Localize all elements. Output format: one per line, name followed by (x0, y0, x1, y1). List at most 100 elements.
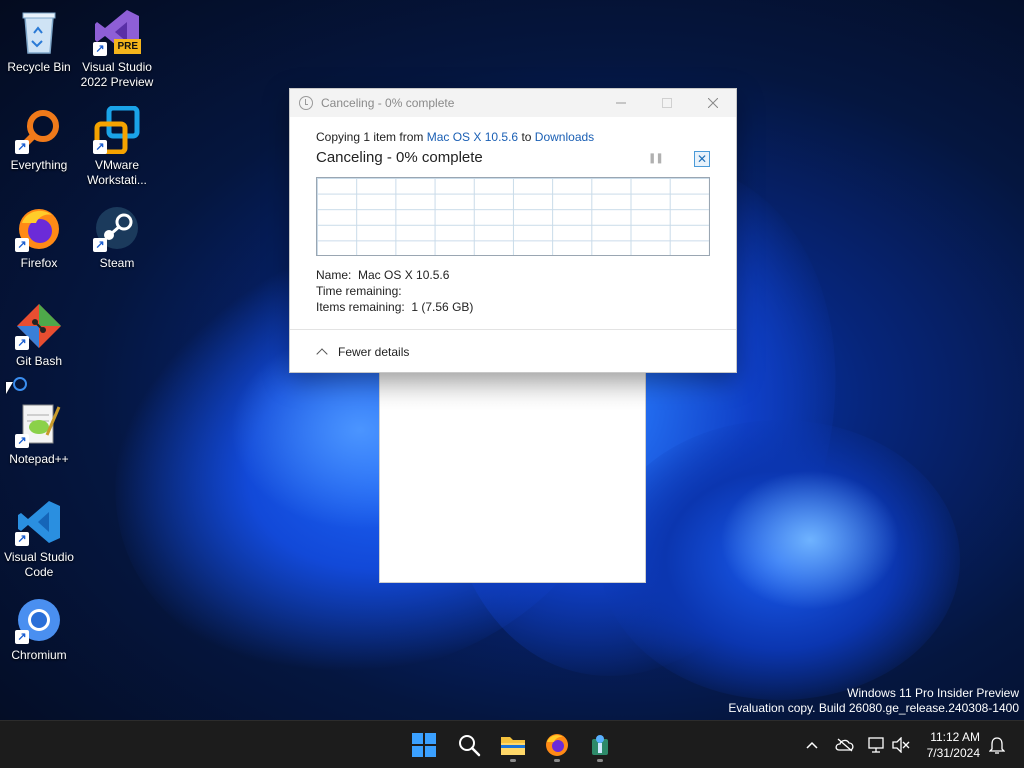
desktop-icon-everything[interactable]: ↗ Everything (0, 106, 78, 173)
desktop-icon-chromium[interactable]: ↗ Chromium (0, 596, 78, 663)
network-icon[interactable] (866, 734, 888, 756)
notifications-bell-icon[interactable] (986, 734, 1008, 756)
volume-muted-icon[interactable] (890, 734, 912, 756)
desktop-icon-label: Git Bash (15, 354, 63, 368)
chevron-up-icon (316, 348, 328, 360)
items-remaining-label: Items remaining: (316, 300, 405, 314)
watermark-line-2: Evaluation copy. Build 26080.ge_release.… (728, 701, 1019, 715)
desktop-icon-label: Visual Studio 2022 Preview (80, 60, 154, 89)
maximize-button (644, 89, 690, 117)
search-button[interactable] (451, 727, 487, 763)
preview-badge: PRE (114, 39, 141, 54)
shortcut-arrow-icon: ↗ (15, 532, 29, 546)
shortcut-arrow-icon: ↗ (93, 238, 107, 252)
background-window[interactable] (379, 370, 646, 583)
name-row: Name: Mac OS X 10.5.6 (316, 268, 449, 282)
chromium-icon: ↗ (15, 596, 63, 644)
visual-studio-icon: PRE ↗ (93, 8, 141, 56)
watermark-line-1: Windows 11 Pro Insider Preview (847, 686, 1019, 700)
search-icon (459, 735, 481, 757)
steam-icon: ↗ (93, 204, 141, 252)
time-remaining-label: Time remaining: (316, 284, 402, 298)
app-icon (592, 735, 608, 755)
file-explorer-button[interactable] (495, 727, 531, 763)
taskbar: 11:12 AM 7/31/2024 (0, 720, 1024, 768)
shortcut-arrow-icon: ↗ (93, 140, 107, 154)
pause-icon: ❚❚ (648, 153, 664, 164)
running-indicator (597, 759, 603, 762)
shortcut-arrow-icon: ↗ (15, 336, 29, 350)
running-indicator (554, 759, 560, 762)
shortcut-arrow-icon: ↗ (93, 42, 107, 56)
desktop-icon-label: Notepad++ (9, 452, 69, 466)
system-tray: 11:12 AM 7/31/2024 (784, 721, 1024, 769)
name-value: Mac OS X 10.5.6 (358, 268, 450, 282)
shortcut-arrow-icon: ↗ (15, 238, 29, 252)
desktop-icon-visual-studio-2022-preview[interactable]: PRE ↗ Visual Studio 2022 Preview (78, 8, 156, 90)
busy-cursor-icon (13, 377, 27, 391)
desktop-icon-notepad-plus-plus[interactable]: ↗ Notepad++ (0, 400, 78, 467)
vmware-icon: ↗ (93, 106, 141, 154)
onedrive-offline-icon[interactable] (834, 734, 856, 756)
running-indicator (510, 759, 516, 762)
start-button[interactable] (406, 727, 442, 763)
chevron-up-icon[interactable] (801, 734, 823, 756)
desktop-icon-steam[interactable]: ↗ Steam (78, 204, 156, 271)
clock-icon (299, 96, 313, 110)
destination-link[interactable]: Downloads (535, 130, 594, 144)
clock-date: 7/31/2024 (926, 746, 980, 760)
maximize-icon (662, 98, 672, 108)
clock[interactable]: 11:12 AM 7/31/2024 (927, 729, 980, 761)
desktop-icon-label: Chromium (11, 648, 67, 662)
firefox-taskbar-button[interactable] (539, 727, 575, 763)
vscode-icon: ↗ (15, 498, 63, 546)
firefox-icon (546, 734, 568, 756)
desktop-icon-label: Steam (99, 256, 135, 270)
shortcut-arrow-icon: ↗ (15, 434, 29, 448)
minimize-icon (616, 102, 626, 104)
mouse-pointer-icon (6, 382, 13, 394)
wallpaper-bloom (720, 470, 900, 610)
shortcut-arrow-icon: ↗ (15, 140, 29, 154)
windows-logo-icon (412, 733, 436, 757)
evaluation-watermark: Windows 11 Pro Insider Preview Evaluatio… (728, 686, 1019, 716)
desktop-icon-label: Visual Studio Code (4, 550, 74, 579)
status-heading: Canceling - 0% complete (316, 149, 483, 166)
folder-icon (501, 737, 525, 755)
cancel-copy-button[interactable]: ✕ (694, 151, 710, 167)
copy-to-text: to (518, 130, 535, 144)
firefox-icon: ↗ (15, 204, 63, 252)
desktop-icon-git-bash[interactable]: ↗ Git Bash (0, 302, 78, 369)
desktop-icon-vmware-workstation[interactable]: ↗ VMware Workstati... (78, 106, 156, 188)
fewer-details-label: Fewer details (338, 345, 410, 359)
app-taskbar-button[interactable] (582, 727, 618, 763)
transfer-speed-graph (316, 177, 710, 256)
copy-summary: Copying 1 item from Mac OS X 10.5.6 to D… (316, 130, 594, 144)
clock-time: 11:12 AM (930, 730, 980, 744)
copy-prefix: Copying 1 item from (316, 130, 427, 144)
notepad-plus-plus-icon: ↗ (15, 400, 63, 448)
desktop-icon-label: VMware Workstati... (87, 158, 147, 187)
fewer-details-button[interactable]: Fewer details (316, 345, 410, 360)
items-remaining-value: 1 (7.56 GB) (411, 300, 474, 314)
file-copy-dialog: Canceling - 0% complete Copying 1 item f… (289, 88, 737, 373)
desktop-icon-label: Recycle Bin (7, 60, 71, 74)
desktop-icon-visual-studio-code[interactable]: ↗ Visual Studio Code (0, 498, 78, 580)
desktop-icon-label: Everything (10, 158, 68, 172)
time-remaining-row: Time remaining: (316, 284, 402, 298)
items-remaining-row: Items remaining: 1 (7.56 GB) (316, 300, 473, 314)
shortcut-arrow-icon: ↗ (15, 630, 29, 644)
desktop: Recycle Bin PRE ↗ Visual Studio 2022 Pre… (0, 0, 1024, 720)
everything-search-icon: ↗ (15, 106, 63, 154)
desktop-icon-firefox[interactable]: ↗ Firefox (0, 204, 78, 271)
close-icon: ✕ (696, 152, 708, 166)
source-link[interactable]: Mac OS X 10.5.6 (427, 130, 518, 144)
dialog-titlebar[interactable]: Canceling - 0% complete (290, 89, 736, 117)
close-icon (708, 98, 718, 108)
close-button[interactable] (690, 89, 736, 117)
git-bash-icon: ↗ (15, 302, 63, 350)
minimize-button[interactable] (598, 89, 644, 117)
name-label: Name: (316, 268, 352, 282)
desktop-icon-recycle-bin[interactable]: Recycle Bin (0, 8, 78, 75)
dialog-title: Canceling - 0% complete (321, 96, 455, 110)
